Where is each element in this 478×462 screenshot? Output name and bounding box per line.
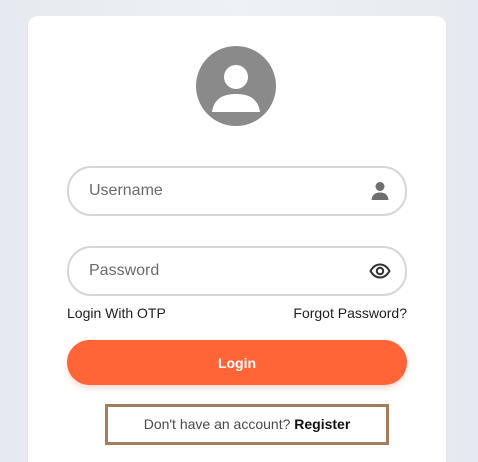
login-card: Login With OTP Forgot Password? Login Do…: [28, 16, 446, 462]
register-link[interactable]: Register: [294, 416, 350, 432]
user-icon: [369, 180, 391, 202]
login-button[interactable]: Login: [67, 340, 407, 385]
eye-icon[interactable]: [369, 260, 391, 282]
profile-avatar-icon: [196, 46, 276, 126]
password-field[interactable]: [67, 246, 407, 296]
login-with-otp-link[interactable]: Login With OTP: [67, 305, 166, 321]
username-input[interactable]: [89, 168, 349, 214]
username-field[interactable]: [67, 166, 407, 216]
forgot-password-link[interactable]: Forgot Password?: [293, 305, 407, 321]
register-prompt: Don't have an account? Register: [105, 404, 389, 445]
password-input[interactable]: [89, 248, 349, 294]
auth-links-row: Login With OTP Forgot Password?: [67, 305, 407, 325]
register-prompt-text: Don't have an account?: [143, 416, 295, 432]
